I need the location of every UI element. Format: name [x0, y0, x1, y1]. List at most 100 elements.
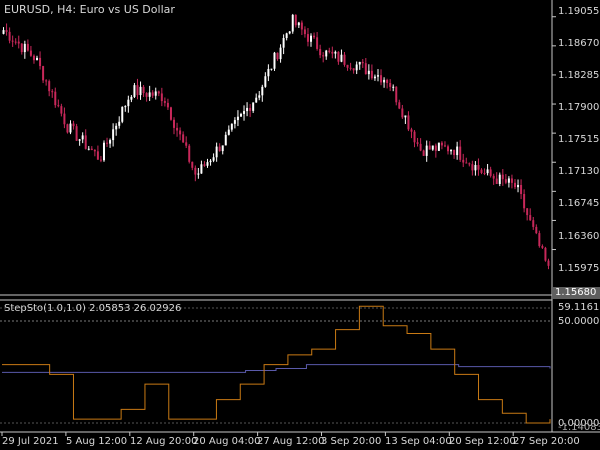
- price-label: 1.17900: [558, 102, 600, 113]
- candle-bear: [169, 107, 172, 120]
- candle-bear: [547, 260, 550, 266]
- candle-bull: [87, 148, 90, 150]
- candle-bear: [8, 31, 11, 41]
- candle-bear: [160, 93, 163, 102]
- indicator-scale-label: 59.11611: [558, 302, 600, 313]
- candle-bear: [45, 80, 48, 82]
- candle-bear: [106, 142, 109, 144]
- candle-bull: [376, 75, 379, 77]
- indicator-scale-label: -1.14083: [558, 422, 600, 433]
- candle-bull: [517, 185, 520, 188]
- candle-bear: [306, 34, 309, 42]
- candle-bear: [194, 167, 197, 175]
- candle-bear: [523, 194, 526, 209]
- price-label: 1.17515: [558, 134, 600, 145]
- candle-bear: [462, 159, 465, 163]
- candle-bull: [258, 95, 261, 98]
- candle-bear: [42, 66, 45, 81]
- candle-bull: [486, 169, 489, 174]
- candle-bull: [121, 106, 124, 122]
- candle-bull: [236, 116, 239, 121]
- candle-bear: [471, 164, 474, 171]
- time-label: 27 Sep 20:00: [513, 436, 580, 447]
- time-label: 27 Aug 12:00: [257, 436, 325, 447]
- candle-bull: [81, 135, 84, 140]
- candle-bull: [124, 106, 127, 108]
- time-label: 29 Jul 2021: [2, 436, 59, 447]
- candle-bear: [20, 43, 23, 53]
- candle-bear: [501, 174, 504, 180]
- candle-bear: [331, 51, 334, 54]
- candle-bear: [520, 185, 523, 195]
- candle-bear: [389, 83, 392, 87]
- candle-bull: [456, 146, 459, 156]
- candle-bear: [29, 50, 32, 56]
- candle-bull: [285, 33, 288, 38]
- candle-bull: [273, 52, 276, 69]
- candle-bull: [270, 68, 273, 70]
- time-label: 3 Sep 20:00: [321, 436, 382, 447]
- candle-bear: [300, 22, 303, 30]
- candle-bull: [233, 120, 236, 124]
- candle-bull: [239, 113, 242, 117]
- candle-bear: [489, 169, 492, 176]
- candle-bear: [84, 135, 87, 149]
- candle-bear: [349, 67, 352, 69]
- time-label: 12 Aug 20:00: [130, 436, 198, 447]
- candle-bull: [367, 70, 370, 75]
- indicator-title: StepSto(1.0,1.0) 2.05853 26.02926: [4, 303, 182, 314]
- candle-bull: [118, 121, 121, 126]
- candle-bear: [99, 159, 102, 161]
- candle-bull: [340, 54, 343, 62]
- candle-bear: [32, 55, 35, 61]
- candle-bull: [383, 79, 386, 83]
- candle-bear: [14, 41, 17, 43]
- candle-bull: [358, 61, 361, 65]
- candle-bear: [352, 68, 355, 71]
- candle-bear: [380, 75, 383, 83]
- candle-bull: [507, 178, 510, 183]
- candle-bull: [133, 85, 136, 97]
- candle-bull: [154, 91, 157, 96]
- candle-bear: [57, 105, 60, 107]
- candle-bull: [267, 68, 270, 77]
- chart-canvas[interactable]: [0, 0, 600, 450]
- candle-bear: [163, 101, 166, 103]
- price-label: 1.18670: [558, 38, 600, 49]
- time-label: 20 Sep 12:00: [449, 436, 516, 447]
- candle-bear: [66, 124, 69, 133]
- candle-bull: [279, 47, 282, 60]
- candle-bull: [252, 102, 255, 111]
- candle-bear: [145, 93, 148, 97]
- candle-bull: [227, 129, 230, 135]
- candle-bull: [264, 76, 267, 87]
- candle-bear: [218, 146, 221, 152]
- candle-bear: [370, 70, 373, 79]
- candle-bull: [325, 50, 328, 57]
- candle-bull: [297, 22, 300, 26]
- candle-bull: [206, 162, 209, 166]
- candle-bear: [54, 91, 57, 106]
- candle-bear: [440, 142, 443, 146]
- candle-bear: [51, 91, 54, 93]
- candle-bull: [197, 173, 200, 175]
- candle-bear: [398, 102, 401, 109]
- candle-bear: [294, 14, 297, 26]
- candle-bear: [157, 91, 160, 94]
- candle-bear: [136, 85, 139, 96]
- candle-bear: [166, 102, 169, 108]
- candle-bull: [291, 14, 294, 32]
- candle-bear: [337, 51, 340, 62]
- candle-bear: [535, 226, 538, 234]
- candle-bear: [495, 178, 498, 184]
- candle-bear: [322, 55, 325, 57]
- candle-bull: [23, 43, 26, 53]
- candle-bull: [221, 145, 224, 152]
- candle-bear: [276, 52, 279, 60]
- candle-bear: [328, 50, 331, 52]
- candle-bull: [224, 134, 227, 146]
- candle-bull: [498, 174, 501, 184]
- candle-bull: [474, 165, 477, 171]
- candle-bear: [182, 134, 185, 143]
- candle-bull: [127, 99, 130, 107]
